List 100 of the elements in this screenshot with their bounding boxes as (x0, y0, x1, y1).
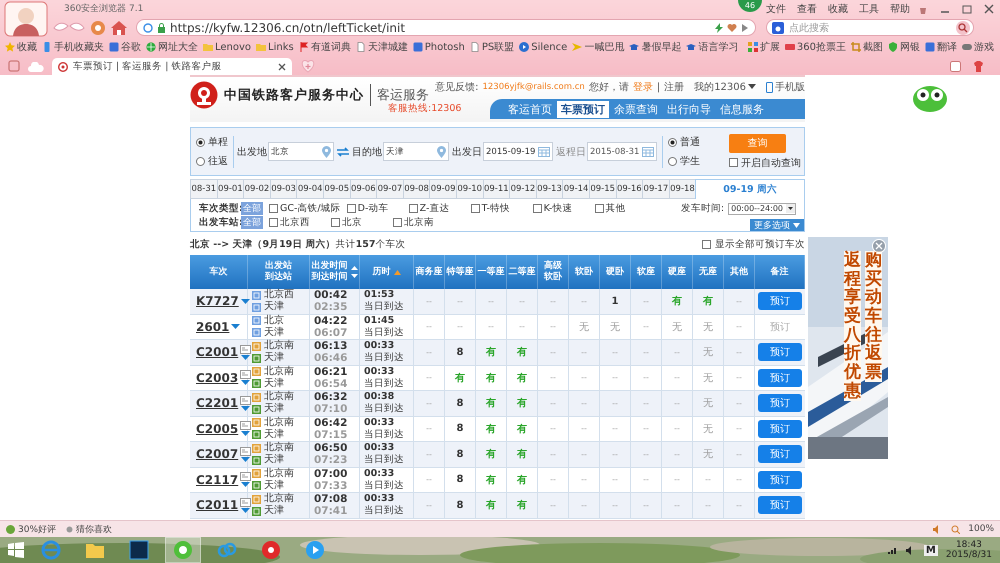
train-number-link[interactable]: K7727 (196, 294, 239, 308)
book-button[interactable]: 预订 (758, 368, 802, 387)
extension-item[interactable]: 360抢票王 (784, 40, 846, 54)
checkbox[interactable] (470, 204, 480, 213)
menu-item[interactable]: 查看 (797, 2, 817, 16)
date-tab[interactable]: 09-06 (350, 179, 376, 199)
bookmark-item[interactable]: Photosh (412, 42, 465, 52)
column-header[interactable]: 软座 (637, 266, 655, 278)
nav-tab[interactable]: 车票预订 (557, 100, 609, 118)
browser-tab[interactable]: 车票预订 | 客运服务 | 铁路客户服 (52, 58, 292, 75)
train-number-link[interactable]: C2001 (196, 345, 238, 360)
book-button[interactable]: 预订 (758, 496, 802, 514)
column-header[interactable]: 特等座 (446, 266, 474, 278)
date-tab[interactable]: 09-10 (456, 179, 483, 199)
bookmark-item[interactable]: Links (256, 42, 294, 52)
bookmark-item[interactable]: 天津城建 (356, 40, 408, 54)
date-tab[interactable]: 09-16 (616, 179, 642, 199)
book-button[interactable]: 预订 (758, 292, 802, 310)
start-icon[interactable] (8, 542, 24, 558)
bookmark-item[interactable]: 暑假早起 (629, 40, 682, 54)
clock[interactable]: 18:43 2015/8/31 (946, 540, 992, 560)
menu-item[interactable]: 工具 (859, 2, 879, 16)
date-tab[interactable]: 09-19 周六 (695, 179, 805, 199)
sidebar-icon[interactable] (8, 60, 20, 72)
bookmark-item[interactable]: 一喊巴甩 (572, 40, 624, 54)
date-field[interactable]: 2015-09-19 (483, 142, 553, 161)
refresh-icon[interactable] (90, 20, 106, 36)
zoom-icon[interactable] (951, 524, 960, 534)
train-number-link[interactable]: C2003 (196, 370, 238, 385)
zoom-level[interactable]: 100% (968, 524, 994, 534)
nav-tab[interactable]: 信息服务 (716, 100, 768, 118)
address-field[interactable]: https://kyfw.12306.cn/otn/leftTicket/init (136, 19, 756, 36)
nav-tab[interactable]: 出行向导 (663, 100, 715, 118)
date-tab[interactable]: 09-08 (402, 179, 430, 199)
checkbox[interactable] (269, 218, 278, 227)
play-icon[interactable] (741, 22, 749, 32)
info-card-icon[interactable] (240, 498, 252, 507)
nav-tab[interactable]: 余票查询 (610, 100, 662, 118)
book-button[interactable]: 预订 (758, 445, 802, 464)
status-text[interactable]: 30%好评 (18, 522, 56, 536)
date-tab[interactable]: 09-07 (376, 179, 403, 199)
radio-button[interactable] (668, 156, 677, 166)
date-tab[interactable]: 08-31 (190, 179, 217, 199)
bookmark-item[interactable]: 网址大全 (146, 40, 198, 54)
extension-item[interactable]: 游戏 (962, 40, 994, 54)
extension-item[interactable]: 扩展 (748, 40, 780, 54)
location-pin-icon[interactable] (437, 146, 446, 158)
book-button[interactable]: 预订 (758, 343, 802, 362)
mobile-link[interactable]: 手机版 (775, 80, 805, 94)
checkbox[interactable] (393, 218, 402, 227)
nav-tab[interactable]: 客运首页 (504, 100, 556, 118)
close-icon[interactable] (984, 4, 994, 14)
extension-item[interactable]: 网银 (888, 40, 920, 54)
maximize-icon[interactable] (962, 4, 972, 14)
column-header[interactable]: 二等座 (508, 266, 536, 278)
search-icon[interactable] (956, 20, 970, 34)
swap-icon[interactable] (337, 146, 349, 156)
date-tab[interactable]: 09-01 (216, 179, 244, 199)
checkbox[interactable] (702, 240, 711, 248)
train-number-link[interactable]: C2011 (196, 498, 238, 512)
heart-icon[interactable] (727, 22, 737, 32)
info-card-icon[interactable] (240, 370, 252, 380)
checkbox[interactable] (331, 218, 340, 227)
column-header[interactable]: 备注 (770, 266, 788, 278)
checkbox[interactable] (532, 204, 542, 213)
register-link[interactable]: 注册 (664, 80, 684, 94)
checkbox[interactable] (594, 204, 604, 213)
column-header[interactable]: 出发站 到达站 (265, 261, 292, 283)
date-tab[interactable]: 09-11 (482, 179, 510, 199)
more-options-button[interactable]: 更多选项 (750, 219, 804, 231)
column-header[interactable]: 无座 (699, 266, 717, 278)
bookmark-item[interactable]: 语言学习 (686, 40, 738, 54)
date-tab[interactable]: 09-04 (296, 179, 323, 199)
status-text[interactable]: 猜你喜欢 (76, 522, 112, 536)
date-tab[interactable]: 09-03 (270, 179, 296, 199)
menu-item[interactable]: 帮助 (890, 2, 910, 16)
calendar-icon[interactable] (538, 146, 550, 157)
train-number-link[interactable]: 2601 (196, 320, 230, 334)
checkbox[interactable] (729, 158, 738, 167)
radio-button[interactable] (196, 138, 205, 146)
info-card-icon[interactable] (240, 396, 252, 405)
sort-icon[interactable] (350, 265, 358, 279)
checkbox[interactable] (346, 204, 356, 213)
column-header[interactable]: 软卧 (575, 266, 593, 278)
date-tab[interactable]: 09-18 (668, 179, 696, 199)
checkbox[interactable] (408, 204, 418, 213)
extension-item[interactable]: 翻译 (925, 40, 957, 54)
info-card-icon[interactable] (240, 344, 252, 354)
bolt-icon[interactable] (715, 22, 723, 32)
train-number-link[interactable]: C2007 (196, 447, 238, 462)
bookmark-item[interactable]: 收藏 (5, 40, 37, 54)
shirt-icon[interactable] (973, 61, 984, 72)
caret-icon[interactable] (748, 84, 756, 90)
date-tab[interactable]: 09-12 (509, 179, 536, 199)
menu-item[interactable]: 收藏 (828, 2, 848, 16)
close-icon[interactable] (278, 62, 286, 70)
column-header[interactable]: 其他 (730, 266, 748, 278)
date-tab[interactable]: 09-15 (588, 179, 616, 199)
bookmark-item[interactable]: 谷歌 (109, 40, 141, 54)
date-tab[interactable]: 09-02 (243, 179, 270, 199)
